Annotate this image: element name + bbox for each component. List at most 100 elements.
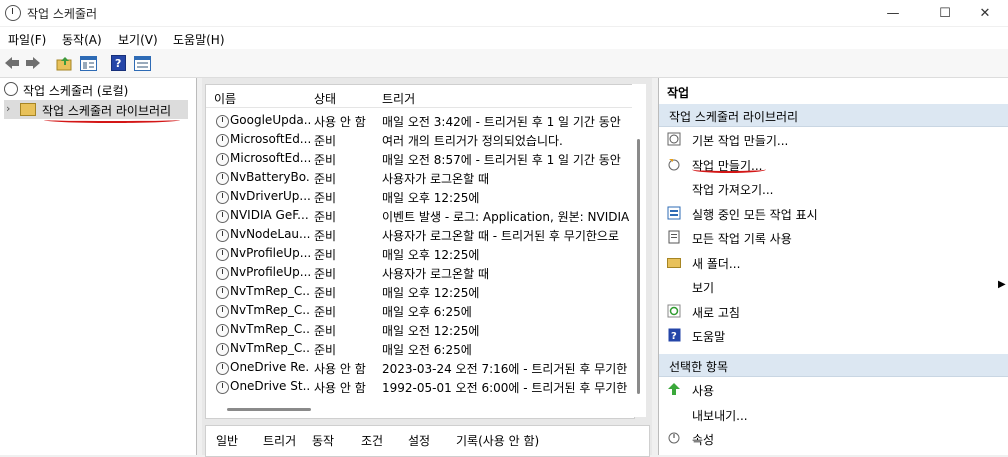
horizontal-scrollbar-thumb[interactable] [227,408,311,411]
task-clock-icon [216,324,229,337]
action-item[interactable]: 속성 [659,427,1008,451]
action-label: 보기 [692,281,715,295]
action-item[interactable]: 보기 [659,275,1008,299]
tab-general[interactable]: 일반 [216,432,238,449]
section-selected-item[interactable]: 선택한 항목 [659,354,1008,377]
properties-icon [667,431,681,445]
table-row[interactable]: NvProfileUp... 준비 사용자가 로그온할 때 [206,263,634,282]
actions-header: 작업 [667,86,690,100]
help-icon[interactable]: ? [109,54,127,72]
refresh-icon [667,304,681,318]
task-status: 사용 안 함 [314,381,366,395]
section-library-label: 작업 스케줄러 라이브러리 [669,110,799,124]
svg-text:?: ? [671,331,677,342]
show-pane-icon[interactable] [79,54,97,72]
table-row[interactable]: OneDrive Re... 사용 안 함 2023-03-24 오전 7:16에 … [206,358,634,377]
up-folder-icon[interactable] [55,54,73,72]
create-task-icon [667,157,681,171]
menu-file[interactable]: 파일(F) [8,31,46,48]
table-row[interactable]: MicrosoftEd... 준비 여러 개의 트리거가 정의되었습니다. [206,130,634,149]
action-item[interactable]: 새 폴더... [659,251,1008,275]
table-row[interactable]: NvTmRep_C... 준비 매일 오후 12:25에 [206,282,634,301]
task-name: NvDriverUp... [230,189,310,203]
task-trigger: 1992-05-01 오전 6:00에 - 트리거된 후 무기한 [382,381,628,395]
table-row[interactable]: MicrosoftEd... 준비 매일 오전 8:57에 - 트리거된 후 1 일… [206,149,634,168]
table-row[interactable]: NvDriverUp... 준비 매일 오후 12:25에 [206,187,634,206]
task-name: OneDrive St... [230,379,310,393]
action-item[interactable]: 모든 작업 기록 사용 [659,226,1008,250]
table-row[interactable]: NvTmRep_C... 준비 매일 오후 6:25에 [206,301,634,320]
chevron-right-icon[interactable]: › [6,102,10,115]
vertical-scrollbar-thumb[interactable] [637,139,640,394]
task-status: 준비 [314,305,337,319]
title-bar: 작업 스케줄러 — ☐ ✕ [0,0,1008,26]
task-status: 준비 [314,343,337,357]
task-clock-icon [216,381,229,394]
tab-actions[interactable]: 동작 [312,432,334,449]
action-label: 새 폴더... [692,256,741,271]
task-trigger: 매일 오전 12:25에 [382,324,480,338]
menu-help[interactable]: 도움말(H) [173,31,225,48]
tab-history[interactable]: 기록(사용 안 함) [456,432,539,449]
action-item[interactable]: 작업 만들기... [659,153,1008,177]
task-trigger: 매일 오후 12:25에 [382,248,480,262]
minimize-button[interactable]: — [870,0,916,26]
column-status-header[interactable]: 상태 [314,90,336,107]
task-trigger: 2023-03-24 오전 7:16에 - 트리거된 후 무기한 [382,362,628,376]
table-row[interactable]: OneDrive St... 사용 안 함 1992-05-01 오전 6:00에 … [206,377,634,396]
action-item[interactable]: 작업 가져오기... [659,177,1008,201]
column-trigger-header[interactable]: 트리거 [382,90,415,107]
table-row[interactable]: NvProfileUp... 준비 매일 오후 12:25에 [206,244,634,263]
action-item[interactable]: 내보내기... [659,403,1008,427]
task-name: GoogleUpda... [230,113,310,127]
task-trigger: 매일 오후 6:25에 [382,305,472,319]
section-library[interactable]: 작업 스케줄러 라이브러리 [659,104,1008,127]
vertical-scrollbar[interactable] [632,84,646,417]
running-tasks-icon [667,206,681,220]
task-status: 준비 [314,172,337,186]
list-header: 이름 상태 트리거 [206,85,634,108]
table-row[interactable]: GoogleUpda... 사용 안 함 매일 오전 3:42에 - 트리거된 후 … [206,111,634,130]
menu-view[interactable]: 보기(V) [118,31,158,48]
toolbar: ? [0,49,1008,78]
action-pane-icon[interactable] [133,54,151,72]
task-clock-icon [216,362,229,375]
action-item[interactable]: 실행 중인 모든 작업 표시 [659,202,1008,226]
navigation-tree: 작업 스케줄러 (로컬) › 작업 스케줄러 라이브러리 [0,78,197,455]
task-clock-icon [216,343,229,356]
task-name: NvTmRep_C... [230,322,310,336]
library-folder-icon [20,103,36,116]
task-trigger: 이벤트 발생 - 로그: Application, 원본: NVIDIA [382,210,630,224]
forward-icon[interactable] [24,54,42,72]
task-name: NvTmRep_C... [230,303,310,317]
action-item[interactable]: ? 도움말 [659,324,1008,348]
table-row[interactable]: NvNodeLau... 준비 사용자가 로그온할 때 - 트리거된 후 무기한으로 [206,225,634,244]
table-row[interactable]: NVIDIA GeF... 준비 이벤트 발생 - 로그: Application,… [206,206,634,225]
action-item[interactable]: 새로 고침 [659,300,1008,324]
action-label: 사용 [692,384,715,398]
close-button[interactable]: ✕ [962,0,1008,26]
task-clock-icon [216,286,229,299]
tab-triggers[interactable]: 트리거 [263,432,296,449]
table-row[interactable]: NvTmRep_C... 준비 매일 오전 6:25에 [206,339,634,358]
action-item[interactable]: 기본 작업 만들기... [659,128,1008,152]
back-icon[interactable] [3,54,21,72]
column-name-header[interactable]: 이름 [214,90,236,107]
action-item[interactable]: 사용 [659,378,1008,402]
menu-bar: 파일(F) 동작(A) 보기(V) 도움말(H) [0,27,1008,49]
task-clock-icon [216,115,229,128]
window-title: 작업 스케줄러 [27,7,98,21]
tab-conditions[interactable]: 조건 [361,432,383,449]
task-status: 준비 [314,191,337,205]
task-trigger: 매일 오후 12:25에 [382,191,480,205]
action-label: 도움말 [692,330,726,344]
task-status: 사용 안 함 [314,115,366,129]
task-name: NVIDIA GeF... [230,208,309,222]
task-clock-icon [216,267,229,280]
menu-action[interactable]: 동작(A) [62,31,102,48]
table-row[interactable]: NvTmRep_C... 준비 매일 오전 12:25에 [206,320,634,339]
task-list: 이름 상태 트리거 GoogleUpda... 사용 안 함 매일 오전 3:42에… [205,84,635,419]
tab-settings[interactable]: 설정 [408,432,430,449]
task-clock-icon [216,191,229,204]
table-row[interactable]: NvBatteryBo... 준비 사용자가 로그온할 때 [206,168,634,187]
